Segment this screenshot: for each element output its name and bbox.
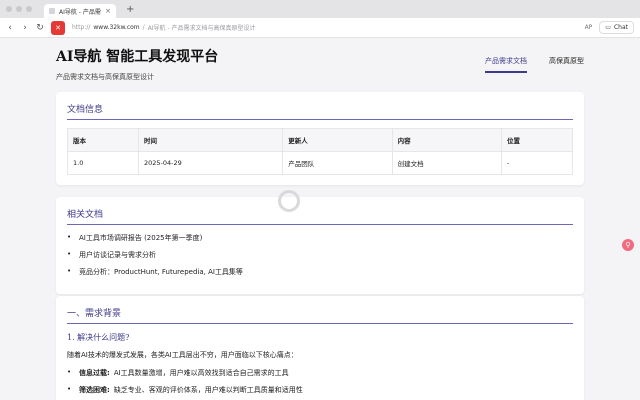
point-label: 信息过载: xyxy=(79,369,110,377)
tab-close-icon[interactable]: × xyxy=(105,7,111,15)
top-nav: 产品需求文档 高保真原型 xyxy=(485,56,584,73)
col-updater: 更新人 xyxy=(282,128,393,152)
related-docs-list: • AI工具市场调研报告 (2025年第一季度) • 用户访谈记录与需求分析 • 竞品… xyxy=(67,233,573,277)
cell-time: 2025-04-29 xyxy=(137,151,284,175)
cell-updater: 产品团队 xyxy=(282,151,393,175)
related-docs-title: 相关文档 xyxy=(67,207,573,225)
point-text: AI工具数量激增，用户难以高效找到适合自己需求的工具 xyxy=(113,369,289,377)
doc-info-table: 版本 时间 更新人 内容 位置 1.0 2025-04-29 产品团队 创建文档… xyxy=(67,128,573,175)
section-title: 一、需求背景 xyxy=(67,306,573,324)
list-item-text: AI工具市场调研报告 (2025年第一季度) xyxy=(79,234,203,242)
col-version: 版本 xyxy=(67,128,139,152)
list-item-text: 用户访谈记录与需求分析 xyxy=(79,251,156,259)
related-docs-card: 相关文档 • AI工具市场调研报告 (2025年第一季度) • 用户访谈记录与需求分… xyxy=(56,197,584,294)
reload-icon[interactable]: ↻ xyxy=(36,23,44,33)
table-row: 1.0 2025-04-29 产品团队 创建文档 - xyxy=(67,151,573,175)
chat-icon: ▭ xyxy=(605,24,611,31)
minimize-window-dot[interactable] xyxy=(16,6,22,12)
back-icon[interactable]: ‹ xyxy=(6,23,14,33)
window-controls xyxy=(6,6,32,12)
list-item: • 筛选困难: 缺乏专业、客观的评价体系，用户难以判断工具质量和适用性 xyxy=(67,385,573,395)
browser-tabbar: AI导航 - 产品需求文档& × + xyxy=(0,0,640,18)
list-item[interactable]: • 竞品分析：ProductHunt, Futurepedia, AI工具集等 xyxy=(67,267,573,277)
loading-spinner-icon xyxy=(278,190,300,212)
address-bar[interactable]: http:// www.32kw.com / AI导航 - 产品需求文档与高保真… xyxy=(72,23,578,32)
browser-tab[interactable]: AI导航 - 产品需求文档& × xyxy=(44,4,116,18)
col-time: 时间 xyxy=(137,128,284,152)
doc-info-title: 文档信息 xyxy=(67,102,573,120)
url-path: AI导航 - 产品需求文档与高保真原型设计 xyxy=(147,25,256,32)
table-header-row: 版本 时间 更新人 内容 位置 xyxy=(67,128,573,152)
page-content: AI导航 智能工具发现平台 产品需求文档与高保真原型设计 产品需求文档 高保真原… xyxy=(0,38,640,400)
bullet-icon: • xyxy=(67,233,72,241)
bullet-icon: • xyxy=(67,368,72,376)
page-subtitle: 产品需求文档与高保真原型设计 xyxy=(56,73,154,81)
bullet-icon: • xyxy=(67,267,72,275)
page-title: AI导航 智能工具发现平台 xyxy=(56,49,219,65)
url-separator: / xyxy=(142,24,145,31)
pain-points-list: • 信息过载: AI工具数量激增，用户难以高效找到适合自己需求的工具 • 筛选困难: 缺… xyxy=(67,368,573,395)
list-item[interactable]: • 用户访谈记录与需求分析 xyxy=(67,250,573,260)
section-intro: 随着AI技术的爆发式发展，各类AI工具层出不穷，用户面临以下核心痛点： xyxy=(67,351,298,359)
url-scheme: http:// xyxy=(72,24,91,31)
cell-version: 1.0 xyxy=(67,151,139,175)
list-item[interactable]: • AI工具市场调研报告 (2025年第一季度) xyxy=(67,233,573,243)
section-subheading: 1. 解决什么问题? xyxy=(67,333,130,342)
site-logo-icon[interactable]: ✕ xyxy=(51,20,65,35)
cell-content: 创建文档 xyxy=(391,151,503,175)
forward-icon[interactable]: › xyxy=(21,23,29,33)
maximize-window-dot[interactable] xyxy=(26,6,32,12)
col-content: 内容 xyxy=(391,128,503,152)
bullet-icon: • xyxy=(67,385,72,393)
browser-toolbar: ‹ › ↻ ✕ http:// www.32kw.com / AI导航 - 产品… xyxy=(0,18,640,38)
col-location: 位置 xyxy=(501,128,573,152)
reader-ap-button[interactable]: AP xyxy=(585,24,593,31)
floating-assistant-icon[interactable]: ⚲ xyxy=(622,239,634,251)
bullet-icon: • xyxy=(67,250,72,258)
tab-favicon-icon xyxy=(49,8,55,14)
url-domain: www.32kw.com xyxy=(93,24,140,31)
point-text: 缺乏专业、客观的评价体系，用户难以判断工具质量和适用性 xyxy=(113,386,303,394)
list-item: • 信息过载: AI工具数量激增，用户难以高效找到适合自己需求的工具 xyxy=(67,368,573,378)
chat-label: Chat xyxy=(613,24,628,31)
list-item-text: 竞品分析：ProductHunt, Futurepedia, AI工具集等 xyxy=(79,268,243,276)
chat-button[interactable]: ▭ Chat xyxy=(599,21,634,34)
new-tab-button[interactable]: + xyxy=(126,4,134,15)
tab-title: AI导航 - 产品需求文档& xyxy=(59,8,101,16)
point-label: 筛选困难: xyxy=(79,386,110,394)
background-card: 一、需求背景 1. 解决什么问题? 随着AI技术的爆发式发展，各类AI工具层出不… xyxy=(56,296,584,400)
doc-info-card: 文档信息 版本 时间 更新人 内容 位置 1.0 2025-04-29 产品团队… xyxy=(56,92,584,185)
nav-prototype-tab[interactable]: 高保真原型 xyxy=(549,56,584,73)
close-window-dot[interactable] xyxy=(6,6,12,12)
page-header: AI导航 智能工具发现平台 产品需求文档与高保真原型设计 xyxy=(56,46,218,82)
nav-prd-tab[interactable]: 产品需求文档 xyxy=(485,56,527,73)
cell-location: - xyxy=(501,151,573,175)
